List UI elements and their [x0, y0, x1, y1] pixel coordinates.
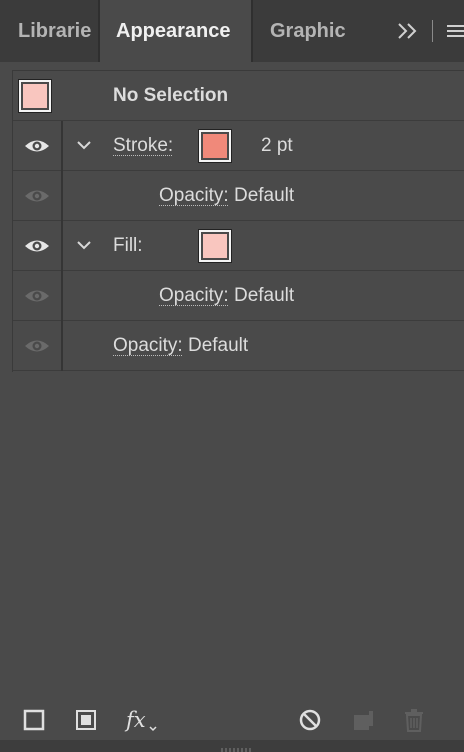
row-divider — [61, 321, 63, 371]
fill-color-fill — [203, 234, 227, 258]
stroke-opacity[interactable]: Opacity: Default — [159, 171, 294, 221]
selection-row: No Selection — [13, 71, 464, 121]
stroke-color-fill — [203, 134, 227, 158]
eye-icon[interactable] — [23, 235, 51, 257]
panel-menu-icon[interactable] — [444, 20, 464, 42]
selection-thumbnail — [18, 79, 52, 113]
eye-icon[interactable] — [23, 285, 51, 307]
stroke-color-swatch[interactable] — [198, 129, 232, 163]
opacity-label[interactable]: Opacity: — [159, 185, 229, 206]
add-new-fill-icon[interactable] — [72, 706, 100, 734]
selection-label: No Selection — [113, 85, 229, 106]
appearance-list: No Selection Stroke: 2 pt Opacity: Defau… — [12, 70, 464, 372]
opacity-value: Default — [233, 285, 295, 306]
panel-tab-bar: Librarie Appearance Graphic — [0, 0, 464, 62]
stroke-weight-value[interactable]: 2 pt — [261, 121, 293, 171]
tab-overflow-icon[interactable] — [394, 18, 422, 44]
object-opacity[interactable]: Opacity: Default — [113, 321, 248, 371]
panel-toolbar: fx — [0, 700, 464, 740]
chevron-down-icon[interactable] — [75, 237, 93, 253]
fill-label: Fill: — [113, 235, 143, 256]
row-divider — [61, 271, 63, 321]
object-opacity-row[interactable]: Opacity: Default — [13, 321, 464, 371]
row-divider — [61, 121, 63, 171]
add-new-stroke-icon[interactable] — [20, 706, 48, 734]
fill-opacity[interactable]: Opacity: Default — [159, 271, 294, 321]
fill-opacity-row[interactable]: Opacity: Default — [13, 271, 464, 321]
stroke-opacity-row[interactable]: Opacity: Default — [13, 171, 464, 221]
fx-icon[interactable]: fx — [126, 706, 160, 734]
resize-grip-icon[interactable] — [218, 742, 258, 752]
fx-label: fx — [126, 708, 146, 732]
opacity-value: Default — [233, 185, 295, 206]
stroke-label[interactable]: Stroke: — [113, 121, 173, 171]
opacity-value: Default — [187, 335, 249, 356]
fill-color-swatch[interactable] — [198, 229, 232, 263]
chevron-down-icon[interactable] — [75, 137, 93, 153]
stroke-row[interactable]: Stroke: 2 pt — [13, 121, 464, 171]
eye-icon[interactable] — [23, 135, 51, 157]
tab-appearance[interactable]: Appearance — [100, 0, 251, 62]
row-divider — [61, 221, 63, 271]
tab-graphic[interactable]: Graphic — [252, 0, 352, 62]
row-divider — [61, 171, 63, 221]
menu-divider — [432, 20, 433, 42]
eye-icon[interactable] — [23, 185, 51, 207]
duplicate-item-icon[interactable] — [348, 706, 376, 734]
opacity-label[interactable]: Opacity: — [159, 285, 229, 306]
delete-item-icon[interactable] — [400, 706, 428, 734]
clear-appearance-icon[interactable] — [296, 706, 324, 734]
stroke-label-text[interactable]: Stroke: — [113, 135, 173, 156]
fill-row[interactable]: Fill: — [13, 221, 464, 271]
selection-thumbnail-fill — [23, 84, 47, 108]
tab-libraries[interactable]: Librarie — [0, 0, 98, 62]
opacity-label[interactable]: Opacity: — [113, 335, 183, 356]
eye-icon[interactable] — [23, 335, 51, 357]
